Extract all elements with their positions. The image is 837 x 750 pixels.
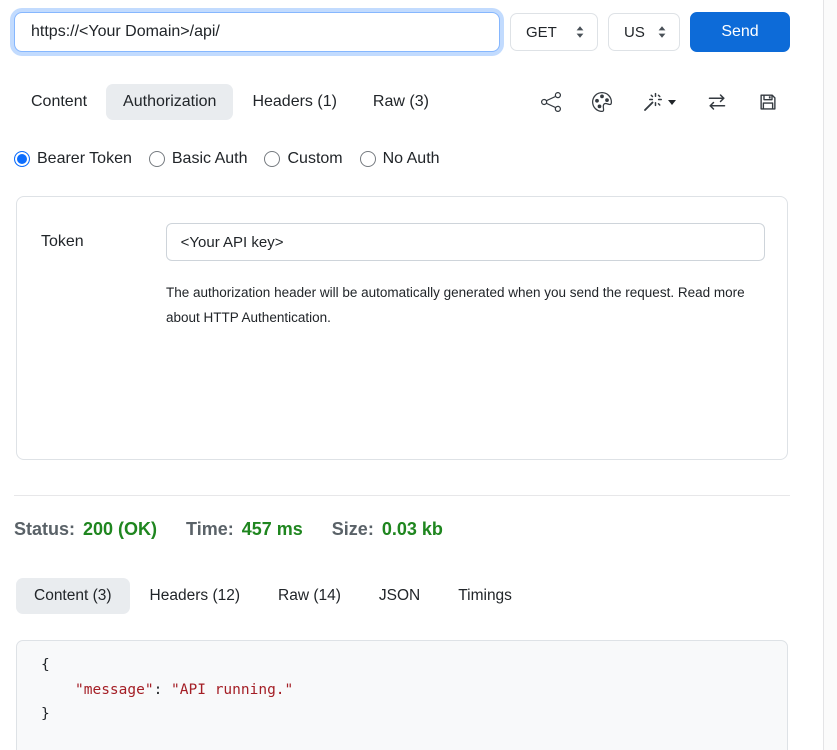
method-select-value: GET bbox=[526, 24, 557, 41]
bearer-token-panel: Token The authorization header will be a… bbox=[16, 196, 788, 460]
radio-label: Custom bbox=[287, 150, 342, 168]
code-line: { bbox=[41, 653, 787, 678]
code-line: } bbox=[41, 702, 787, 727]
magic-wand-icon[interactable] bbox=[643, 92, 676, 112]
code-line: "message": "API running." bbox=[41, 678, 787, 703]
tab-response-raw[interactable]: Raw (14) bbox=[260, 578, 359, 614]
region-select-value: US bbox=[624, 24, 645, 41]
updown-caret-icon bbox=[575, 25, 585, 39]
size-value: 0.03 kb bbox=[382, 519, 443, 540]
tab-response-timings[interactable]: Timings bbox=[440, 578, 530, 614]
radio-unselected-icon bbox=[264, 151, 280, 167]
save-icon[interactable] bbox=[758, 92, 778, 112]
radio-unselected-icon bbox=[360, 151, 376, 167]
radio-basic-auth[interactable]: Basic Auth bbox=[149, 150, 248, 168]
radio-unselected-icon bbox=[149, 151, 165, 167]
response-tabs: Content (3) Headers (12) Raw (14) JSON T… bbox=[16, 578, 790, 614]
tab-response-content[interactable]: Content (3) bbox=[16, 578, 130, 614]
auth-type-options: Bearer Token Basic Auth Custom No Auth bbox=[14, 150, 790, 168]
request-bar: GET US Send bbox=[14, 12, 790, 52]
palette-icon[interactable] bbox=[592, 92, 612, 112]
json-value: "API running." bbox=[171, 682, 293, 698]
send-button[interactable]: Send bbox=[690, 12, 790, 52]
size-label: Size: bbox=[332, 519, 374, 540]
request-tabs-row: Content Authorization Headers (1) Raw (3… bbox=[14, 84, 790, 120]
radio-label: No Auth bbox=[383, 150, 440, 168]
response-status-bar: Status: 200 (OK) Time: 457 ms Size: 0.03… bbox=[14, 519, 790, 540]
share-icon[interactable] bbox=[541, 92, 561, 112]
tab-headers[interactable]: Headers (1) bbox=[235, 84, 353, 120]
radio-label: Basic Auth bbox=[172, 150, 248, 168]
caret-down-icon bbox=[668, 100, 676, 105]
tab-content[interactable]: Content bbox=[14, 84, 104, 120]
api-tester-app: GET US Send Content Authorization Header… bbox=[14, 12, 790, 750]
json-key: "message" bbox=[75, 682, 154, 698]
radio-label: Bearer Token bbox=[37, 150, 132, 168]
tab-response-json[interactable]: JSON bbox=[361, 578, 438, 614]
request-toolbar bbox=[541, 92, 778, 112]
response-body: { "message": "API running." } bbox=[16, 640, 788, 750]
token-row: Token bbox=[41, 223, 765, 261]
token-label: Token bbox=[41, 233, 166, 251]
tab-raw[interactable]: Raw (3) bbox=[356, 84, 446, 120]
time-label: Time: bbox=[186, 519, 234, 540]
radio-custom[interactable]: Custom bbox=[264, 150, 342, 168]
tab-authorization[interactable]: Authorization bbox=[106, 84, 233, 120]
url-input[interactable] bbox=[14, 12, 500, 52]
section-divider bbox=[14, 495, 790, 496]
tab-response-headers[interactable]: Headers (12) bbox=[132, 578, 258, 614]
swap-arrows-icon[interactable] bbox=[707, 92, 727, 112]
status-value: 200 (OK) bbox=[83, 519, 157, 540]
auth-help-text: The authorization header will be automat… bbox=[166, 280, 771, 330]
status-label: Status: bbox=[14, 519, 75, 540]
radio-bearer-token[interactable]: Bearer Token bbox=[14, 150, 132, 168]
radio-no-auth[interactable]: No Auth bbox=[360, 150, 440, 168]
brace-open: { bbox=[41, 657, 50, 673]
token-input[interactable] bbox=[166, 223, 765, 261]
json-separator: : bbox=[154, 682, 171, 698]
brace-close: } bbox=[41, 706, 50, 722]
request-tabs: Content Authorization Headers (1) Raw (3… bbox=[14, 84, 448, 120]
method-select[interactable]: GET bbox=[510, 13, 598, 51]
radio-selected-icon bbox=[14, 151, 30, 167]
updown-caret-icon bbox=[657, 25, 667, 39]
region-select[interactable]: US bbox=[608, 13, 680, 51]
scrollbar-track[interactable] bbox=[823, 0, 837, 750]
time-value: 457 ms bbox=[242, 519, 303, 540]
